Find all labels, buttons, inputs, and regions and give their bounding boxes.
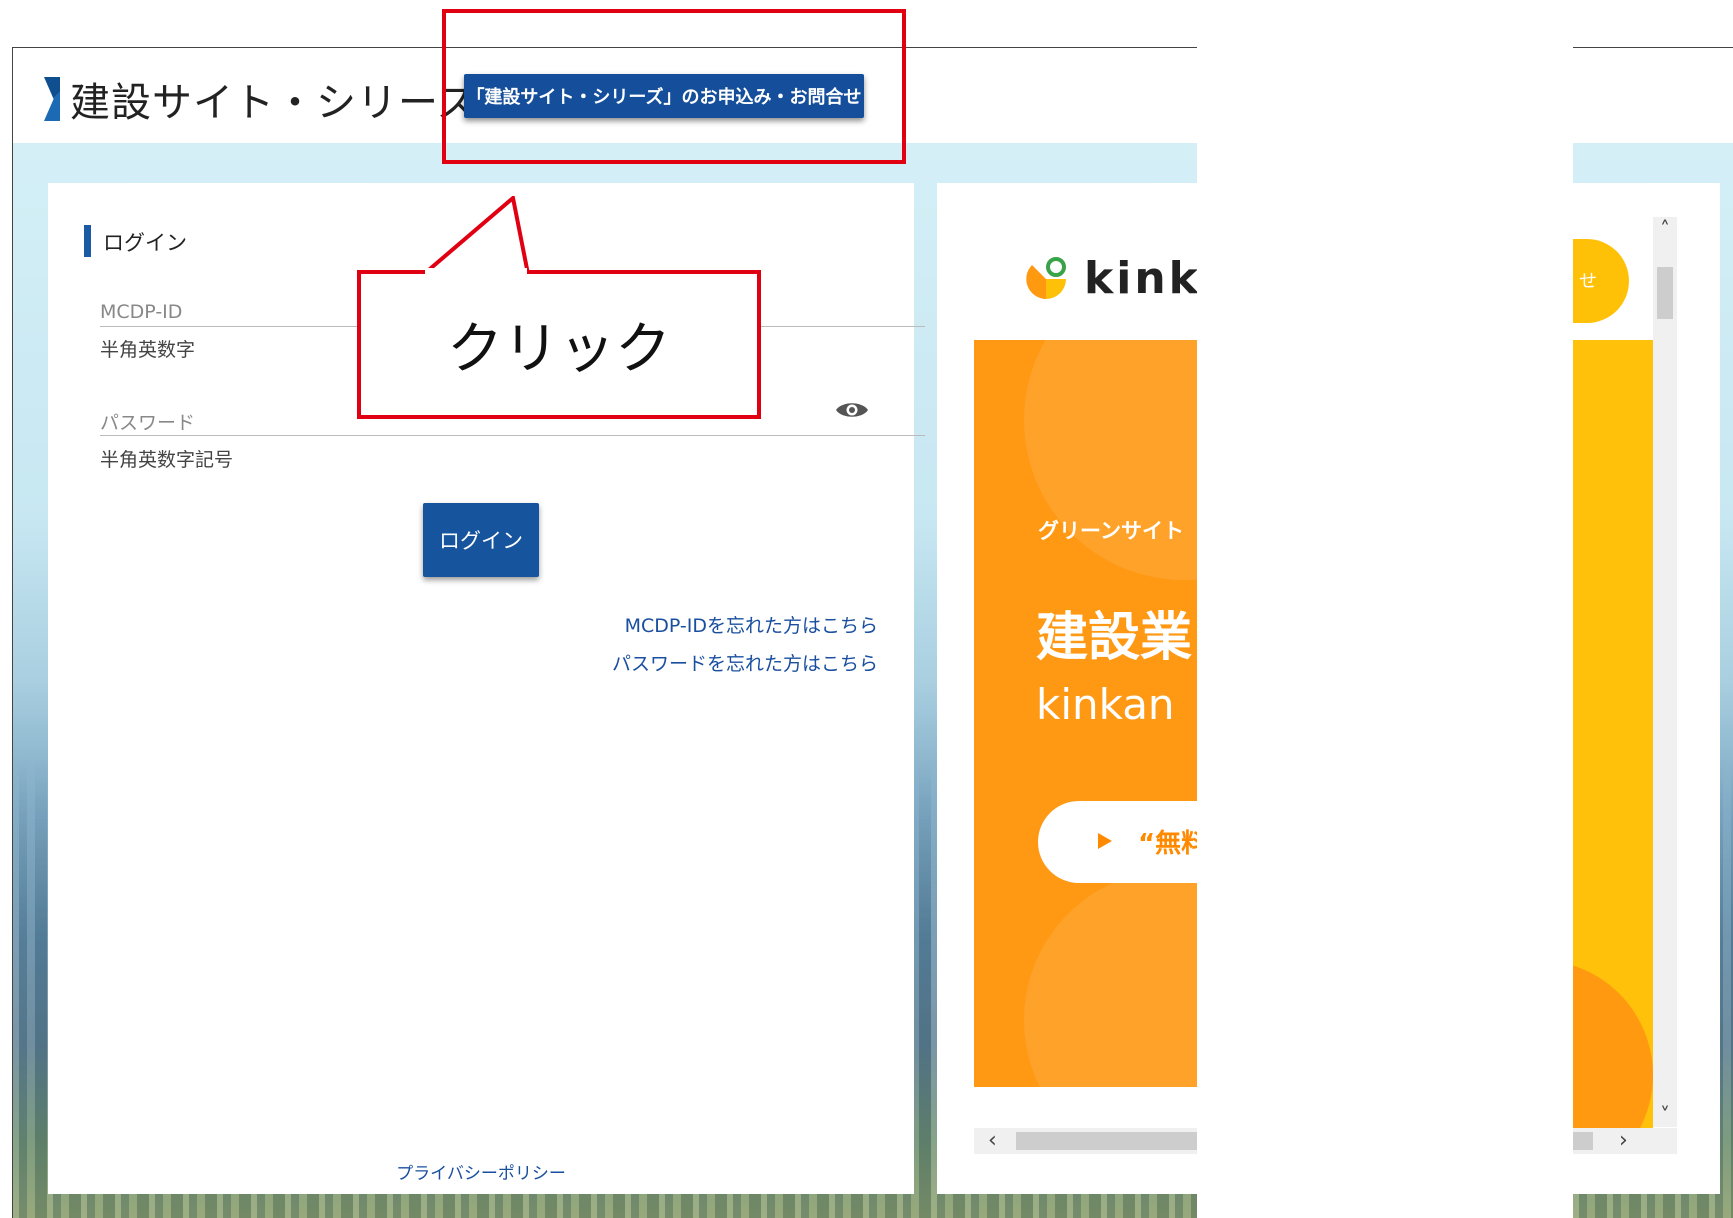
ad-panel: kink グリーンサイト 建設業 kinkan “無料 ‹	[937, 183, 1197, 1194]
section-marker	[84, 225, 91, 257]
scroll-up-icon[interactable]: ˄	[1653, 217, 1677, 241]
ad-bg-circle	[1573, 960, 1653, 1131]
eye-icon[interactable]	[835, 400, 869, 420]
scroll-right-icon[interactable]: ›	[1619, 1128, 1628, 1154]
callout-text: クリック	[447, 317, 671, 382]
login-section-title: ログイン	[103, 231, 187, 255]
ad-banner[interactable]: グリーンサイト 建設業 kinkan “無料	[974, 340, 1197, 1087]
scroll-down-icon[interactable]: ˅	[1653, 1103, 1677, 1127]
screenshot-left: 建設サイト・シリーズ 「建設サイト・シリーズ」のお申込み・お問合せ ログイン M…	[0, 0, 1197, 1218]
click-callout: クリック	[357, 270, 761, 419]
password-input[interactable]	[100, 435, 925, 436]
privacy-policy-text: プライバシーポリシー	[396, 1164, 566, 1184]
forgot-password-link[interactable]: パスワードを忘れた方はこちら	[612, 649, 878, 676]
horizontal-scrollbar[interactable]: ›	[1573, 1128, 1677, 1154]
mcdp-id-hint: 半角英数字	[100, 339, 196, 361]
kinkan-logo[interactable]: kink	[1022, 253, 1197, 304]
highlight-box	[442, 9, 906, 164]
vertical-scrollbar[interactable]: ˄ ˅	[1653, 217, 1677, 1127]
logo-mark-icon	[44, 77, 60, 121]
ad-panel-right: せ 料 斗” ˄ ˅ ›	[1573, 183, 1720, 1194]
play-icon	[1098, 833, 1112, 849]
screenshot-right: せ 料 斗” ˄ ˅ ›	[1573, 0, 1733, 1218]
ad-subheading: グリーンサイト	[1038, 519, 1184, 543]
scrollbar-thumb[interactable]	[1016, 1132, 1197, 1150]
callout-tail-gap	[425, 268, 527, 280]
ad-headline-brand: kinkan	[1036, 680, 1175, 729]
horizontal-scrollbar[interactable]: ‹	[974, 1128, 1197, 1154]
site-title: 建設サイト・シリーズ	[70, 80, 478, 126]
site-header	[1573, 48, 1733, 143]
kinkan-brand-text: kink	[1084, 253, 1197, 304]
scroll-left-icon[interactable]: ‹	[988, 1128, 997, 1154]
ad-cta-button[interactable]: “無料	[1038, 801, 1197, 883]
ad-bg-blob	[1024, 870, 1197, 1087]
password-label: パスワード	[100, 412, 196, 434]
ad-headline: 建設業	[1036, 608, 1193, 668]
inquiry-pill-text: せ	[1579, 271, 1597, 292]
login-button[interactable]: ログイン	[423, 503, 539, 577]
kinkan-leaf-icon	[1026, 256, 1066, 299]
password-hint: 半角英数字記号	[100, 449, 234, 471]
callout-tail	[422, 196, 530, 276]
privacy-policy-link[interactable]: プライバシーポリシー	[48, 1159, 914, 1184]
inquiry-pill-button[interactable]: せ	[1573, 239, 1629, 323]
scrollbar-thumb[interactable]	[1573, 1132, 1593, 1150]
forgot-id-link[interactable]: MCDP-IDを忘れた方はこちら	[625, 611, 878, 638]
mcdp-id-label: MCDP-ID	[100, 301, 183, 323]
ad-banner-right[interactable]: 料 斗”	[1573, 340, 1653, 1131]
ad-cta-text: “無料	[1138, 829, 1197, 859]
site-logo[interactable]: 建設サイト・シリーズ	[44, 70, 478, 128]
scrollbar-thumb[interactable]	[1657, 267, 1673, 319]
